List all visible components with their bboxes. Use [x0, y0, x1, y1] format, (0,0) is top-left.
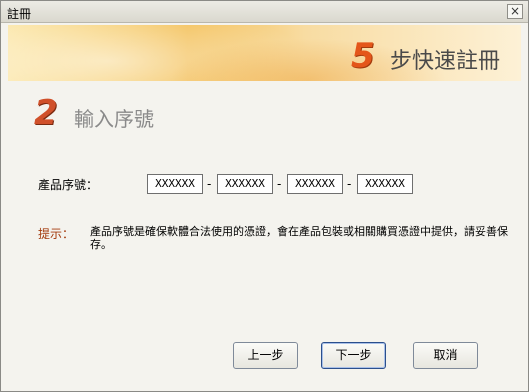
cancel-button[interactable]: 取消	[413, 342, 478, 369]
window-title: 註冊	[7, 7, 32, 21]
serial-separator: -	[347, 177, 352, 191]
serial-label: 產品序號：	[38, 178, 99, 192]
tip-label: 提示：	[38, 227, 75, 241]
serial-field-3[interactable]: XXXXXX	[287, 174, 343, 194]
prev-button[interactable]: 上一步	[233, 342, 298, 369]
title-bar: 註冊 ×	[1, 1, 528, 23]
header-banner: 5 步快速註冊	[8, 25, 521, 81]
tip-text: 產品序號是確保軟體合法使用的憑證，會在產品包裝或相關購買憑證中提供，請妥善保存。	[90, 225, 508, 251]
banner-step-count: 5	[351, 36, 375, 76]
next-button[interactable]: 下一步	[321, 342, 386, 369]
serial-field-4[interactable]: XXXXXX	[357, 174, 413, 194]
close-icon[interactable]: ×	[507, 4, 523, 19]
serial-separator: -	[277, 177, 282, 191]
register-dialog: 註冊 × 5 步快速註冊 2 輸入序號 產品序號： XXXXXX - XXXXX…	[0, 0, 529, 392]
serial-field-2[interactable]: XXXXXX	[217, 174, 273, 194]
serial-field-1[interactable]: XXXXXX	[147, 174, 203, 194]
serial-separator: -	[207, 177, 212, 191]
banner-title: 步快速註冊	[390, 49, 501, 74]
step-title: 輸入序號	[74, 107, 154, 131]
step-number: 2	[34, 93, 58, 133]
